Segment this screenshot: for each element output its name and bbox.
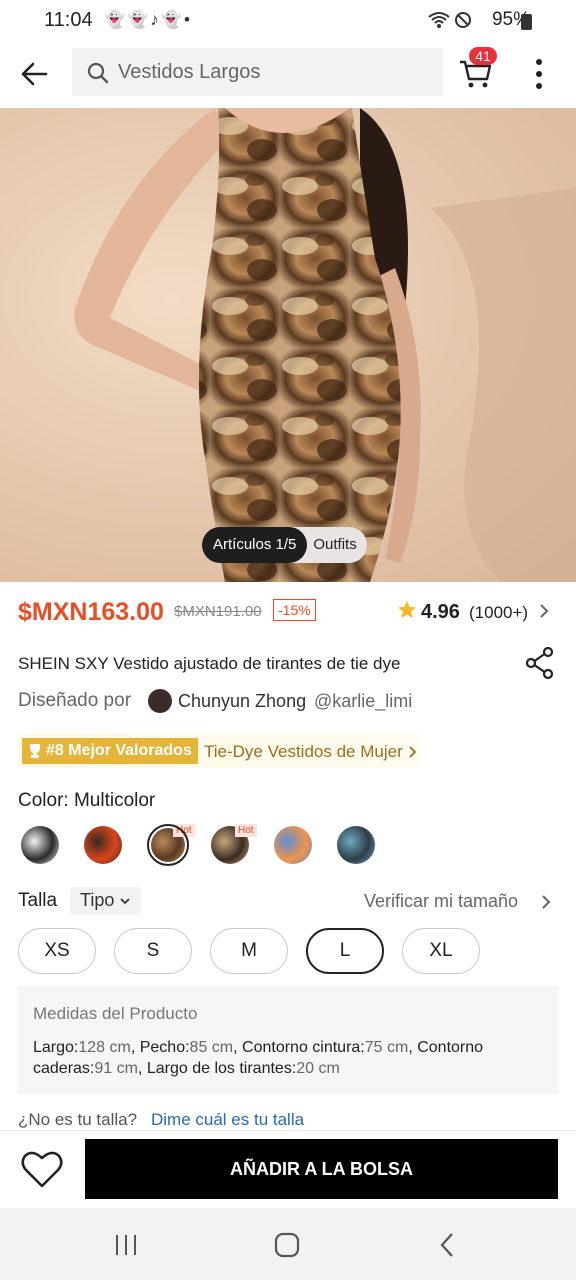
size-option-xs[interactable]: XS — [18, 928, 96, 974]
back-nav-icon[interactable] — [436, 1230, 458, 1260]
size-type-label: Tipo — [80, 890, 115, 910]
top-header: Vestidos Largos 41 — [0, 42, 576, 108]
gallery-toggle[interactable]: Artículos 1/5 Outfits — [202, 527, 367, 563]
size-question: ¿No es tu talla? — [18, 1110, 138, 1129]
snapchat-icon: 👻 — [127, 10, 151, 29]
tiktok-icon: ♪ — [150, 10, 161, 29]
rating-value[interactable]: 4.96 — [421, 601, 460, 624]
size-label: Talla — [18, 890, 58, 911]
more-options-button[interactable] — [528, 54, 550, 94]
measure-label: Largo de los tirantes: — [146, 1060, 297, 1077]
designer-name[interactable]: Chunyun Zhong — [178, 691, 306, 712]
designer-handle[interactable]: @karlie_limi — [314, 691, 412, 712]
trophy-icon — [30, 744, 40, 758]
measure-label: Contorno cintura: — [242, 1039, 365, 1056]
selected-swatch-ring — [147, 824, 189, 866]
original-price: $MXN191.00 — [174, 603, 262, 620]
system-nav-bar — [0, 1208, 576, 1280]
measure-value: 128 cm — [78, 1039, 131, 1056]
product-measures: Medidas del Producto Largo:128 cm, Pecho… — [18, 986, 558, 1094]
size-option-m[interactable]: M — [210, 928, 288, 974]
size-option-l[interactable]: L — [306, 928, 384, 974]
verify-size-link[interactable]: Verificar mi tamaño — [364, 891, 518, 912]
chevron-down-icon — [120, 898, 131, 905]
hot-badge: Hot — [235, 824, 257, 837]
search-icon — [87, 62, 109, 84]
battery-icon — [521, 14, 532, 30]
search-text: Vestidos Largos — [118, 61, 261, 83]
model-dress-photo — [74, 108, 576, 582]
measure-value: 85 cm — [189, 1039, 234, 1056]
tab-outfits[interactable]: Outfits — [307, 527, 366, 563]
tab-articles[interactable]: Artículos 1/5 — [202, 527, 308, 563]
add-to-bag-button[interactable]: AÑADIR A LA BOLSA — [85, 1139, 558, 1199]
cart-count-badge: 41 — [469, 47, 497, 65]
rating-count[interactable]: (1000+) — [469, 603, 528, 623]
dot-icon: • — [184, 10, 192, 29]
designer-avatar[interactable] — [148, 689, 172, 713]
snapchat-icon: 👻 — [104, 10, 128, 29]
rank-badge: #8 Mejor Valorados — [22, 738, 198, 764]
color-swatch[interactable] — [274, 826, 312, 864]
color-swatch[interactable] — [337, 826, 375, 864]
arrow-left-icon — [21, 62, 48, 86]
color-label: Color: Multicolor — [18, 790, 156, 811]
size-type-dropdown[interactable]: Tipo — [70, 887, 142, 915]
measure-label: Pecho: — [139, 1039, 190, 1056]
star-icon — [398, 601, 416, 618]
status-time: 11:04 — [44, 9, 93, 31]
measure-value: 20 cm — [296, 1060, 340, 1077]
measure-value: 91 cm — [94, 1060, 138, 1077]
product-title: SHEIN SXY Vestido ajustado de tirantes d… — [18, 654, 401, 673]
notification-icons: 👻👻♪👻• — [104, 10, 192, 30]
more-vertical-icon — [536, 59, 542, 89]
measures-text: Largo:128 cm, Pecho:85 cm, Contorno cint… — [33, 1039, 484, 1077]
snapchat-icon: 👻 — [160, 10, 185, 29]
wishlist-heart-icon[interactable] — [20, 1148, 64, 1190]
product-image[interactable] — [0, 108, 576, 582]
measure-value: 75 cm — [364, 1039, 409, 1056]
status-bar: 11:04 👻👻♪👻• 95% — [0, 0, 576, 42]
chevron-right-icon[interactable] — [538, 602, 550, 620]
recent-apps-icon[interactable] — [112, 1232, 140, 1258]
chevron-right-icon[interactable] — [540, 893, 552, 911]
search-input[interactable]: Vestidos Largos — [72, 48, 443, 96]
designer-label: Diseñado por — [18, 690, 132, 711]
rank-badge-label: #8 Mejor Valorados — [46, 742, 192, 759]
measure-label: Largo: — [33, 1039, 79, 1056]
color-swatch[interactable] — [84, 826, 122, 864]
size-option-xl[interactable]: XL — [402, 928, 480, 974]
do-not-disturb-icon — [455, 12, 471, 28]
rank-category[interactable]: Tie-Dye Vestidos de Mujer — [204, 742, 403, 762]
wifi-icon — [428, 12, 450, 28]
home-icon[interactable] — [273, 1231, 301, 1259]
chevron-right-icon[interactable] — [408, 744, 418, 760]
discount-badge: -15% — [273, 599, 316, 621]
color-swatch[interactable] — [21, 826, 59, 864]
share-icon[interactable] — [524, 646, 556, 680]
size-option-s[interactable]: S — [114, 928, 192, 974]
back-button[interactable] — [16, 56, 56, 92]
measures-title: Medidas del Producto — [33, 1004, 198, 1023]
find-my-size-link[interactable]: Dime cuál es tu talla — [151, 1110, 304, 1130]
current-price: $MXN163.00 — [18, 598, 164, 626]
